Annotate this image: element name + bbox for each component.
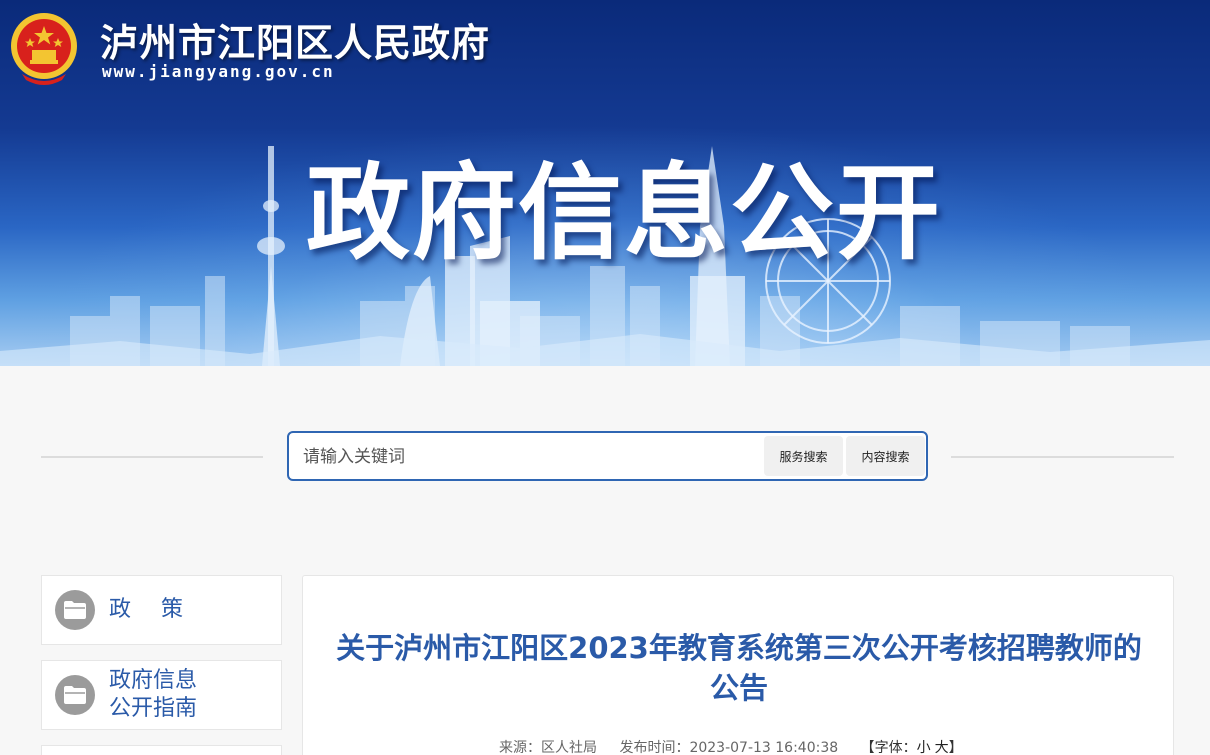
font-size-control: 【字体：小 大】 xyxy=(861,740,963,755)
font-label-close: 】 xyxy=(948,740,963,755)
sidebar-item-label-line2: 公开指南 xyxy=(109,696,198,721)
site-title[interactable]: 泸州市江阳区人民政府 xyxy=(100,12,490,67)
article-source: 来源：区人社局 xyxy=(499,740,597,755)
sidebar-item-policy[interactable]: 政策 xyxy=(41,575,282,645)
search-divider-right xyxy=(951,456,1174,458)
article-meta: 来源：区人社局 发布时间：2023-07-13 16:40:38 【字体：小 大】 xyxy=(499,737,963,755)
content-search-button[interactable]: 内容搜索 xyxy=(846,436,925,476)
header-banner: 泸州市江阳区人民政府 www.jiangyang.gov.cn 政府信息公开 xyxy=(0,0,1210,366)
article-publish-time: 发布时间：2023-07-13 16:40:38 xyxy=(619,740,838,755)
sidebar-item-label: 政策 xyxy=(109,597,214,622)
search-divider-left xyxy=(41,456,263,458)
folder-icon xyxy=(55,675,95,715)
sidebar-item-label-line1: 政府信息 xyxy=(109,668,198,693)
sidebar-item-label: 政府信息 公开指南 xyxy=(109,667,197,723)
publish-label: 发布时间： xyxy=(619,740,690,755)
sidebar-item-partial[interactable] xyxy=(41,745,282,755)
publish-time-value: 2023-07-13 16:40:38 xyxy=(689,740,839,755)
national-emblem-icon xyxy=(11,13,77,85)
font-small-button[interactable]: 小 xyxy=(917,740,931,755)
site-url: www.jiangyang.gov.cn xyxy=(102,62,335,81)
folder-icon xyxy=(55,590,95,630)
source-value: 区人社局 xyxy=(541,740,597,755)
search-input[interactable] xyxy=(303,443,753,471)
article-title: 关于泸州市江阳区2023年教育系统第三次公开考核招聘教师的公告 xyxy=(336,631,1142,705)
sidebar-item-disclosure-guide[interactable]: 政府信息 公开指南 xyxy=(41,660,282,730)
font-label: 【字体： xyxy=(860,740,917,755)
service-search-button[interactable]: 服务搜索 xyxy=(764,436,843,476)
font-large-button[interactable]: 大 xyxy=(935,740,949,755)
search-bar: 服务搜索 内容搜索 xyxy=(287,431,928,481)
hero-title: 政府信息公开 xyxy=(306,152,943,274)
source-label: 来源： xyxy=(499,740,541,755)
article-card: 关于泸州市江阳区2023年教育系统第三次公开考核招聘教师的公告 来源：区人社局 … xyxy=(302,575,1174,755)
